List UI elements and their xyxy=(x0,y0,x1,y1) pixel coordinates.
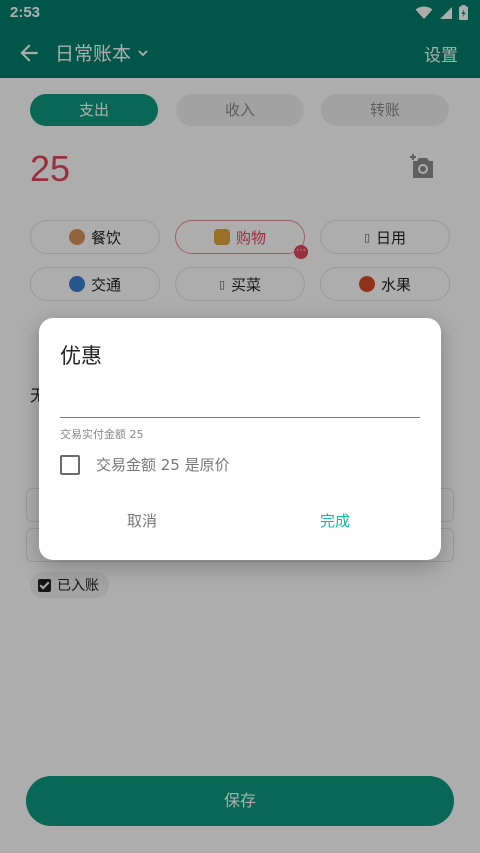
original-price-checkbox-row[interactable]: 交易金额 25 是原价 xyxy=(60,454,230,475)
original-price-checkbox[interactable] xyxy=(60,454,80,475)
dialog-title: 优惠 xyxy=(60,344,102,368)
done-button[interactable]: 完成 xyxy=(320,510,350,531)
original-price-label: 交易金额 25 是原价 xyxy=(96,456,230,474)
dialog-helper-text: 交易实付金额 25 xyxy=(60,428,144,441)
discount-dialog: 优惠 交易实付金额 25 交易金额 25 是原价 取消 完成 xyxy=(39,318,441,560)
scrim-top xyxy=(0,0,480,78)
cancel-button[interactable]: 取消 xyxy=(127,510,157,531)
discount-input[interactable] xyxy=(60,388,420,418)
